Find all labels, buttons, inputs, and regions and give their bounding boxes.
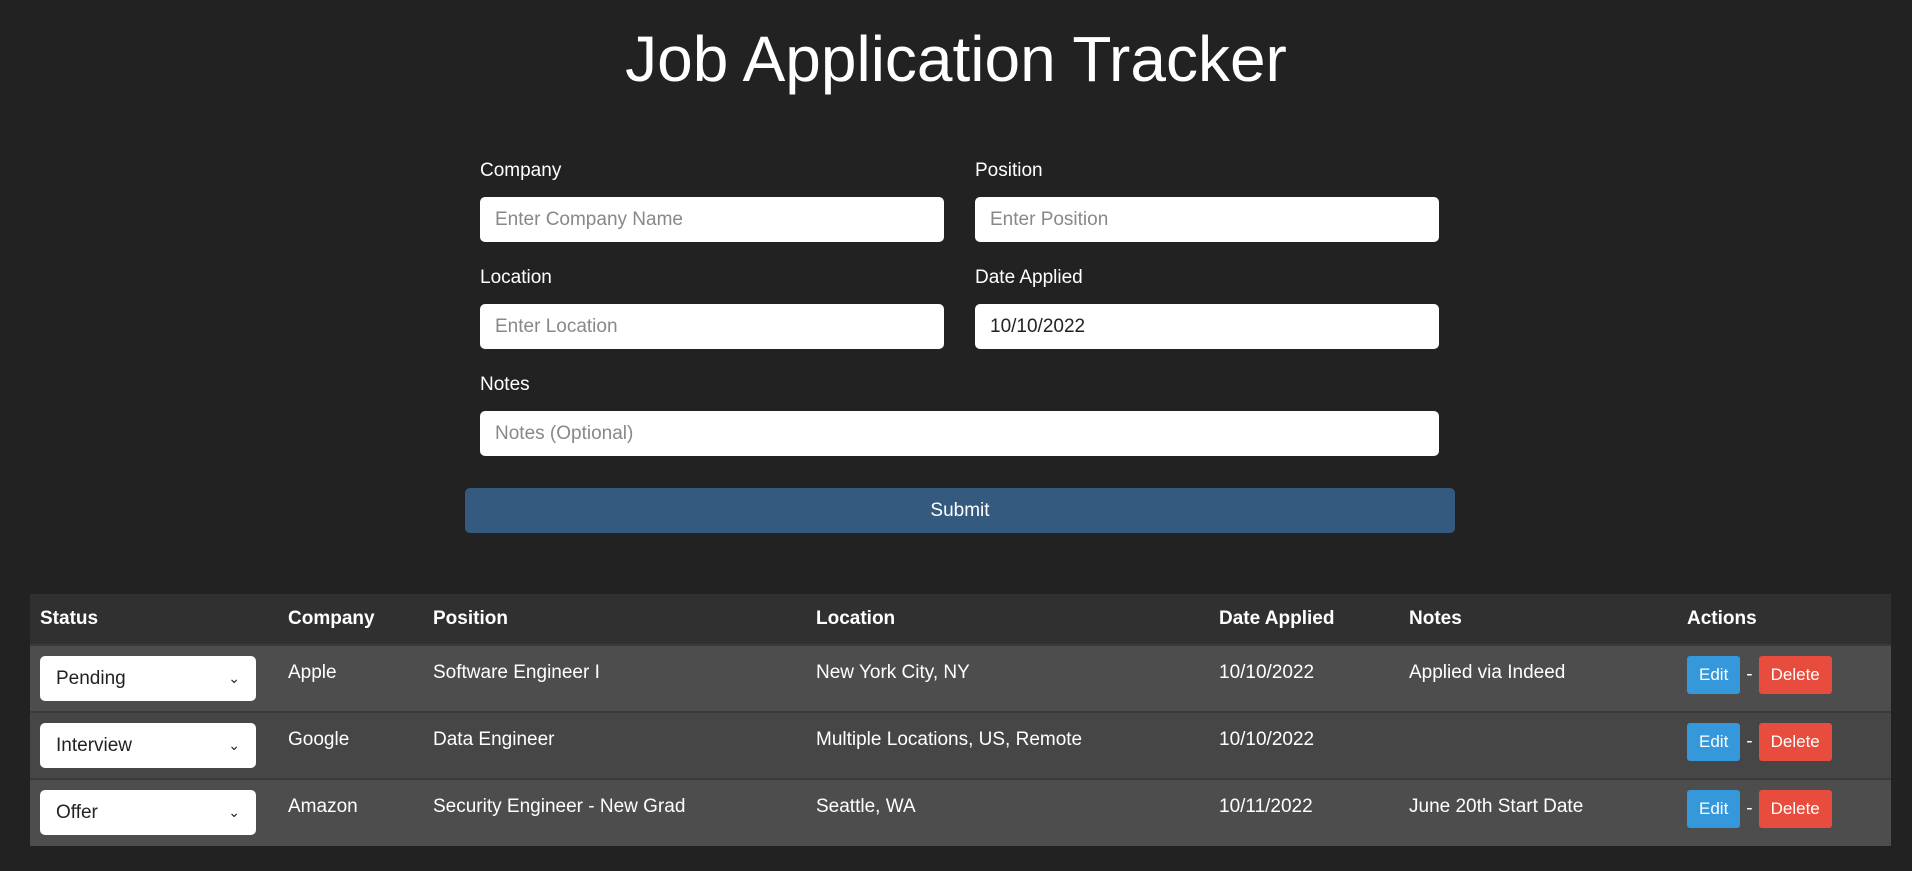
delete-button[interactable]: Delete <box>1758 790 1832 828</box>
table-row: Offer ⌄ Amazon Security Engineer - New Gr… <box>30 778 1891 846</box>
date-applied-cell: 10/11/2022 <box>1209 778 1399 846</box>
notes-cell <box>1399 711 1677 779</box>
chevron-down-icon: ⌄ <box>228 804 240 820</box>
date-applied-label: Date Applied <box>975 267 1083 288</box>
header-date-applied: Date Applied <box>1209 594 1399 645</box>
status-select[interactable]: Pending ⌄ <box>40 656 256 701</box>
date-applied-cell: 10/10/2022 <box>1209 644 1399 712</box>
action-separator: - <box>1746 798 1753 819</box>
position-cell: Security Engineer - New Grad <box>423 778 806 846</box>
location-input[interactable] <box>480 304 944 349</box>
header-position: Position <box>423 594 806 645</box>
table-header-row: Status Company Position Location Date Ap… <box>30 594 1891 645</box>
header-notes: Notes <box>1399 594 1677 645</box>
status-value: Pending <box>56 667 126 689</box>
header-location: Location <box>806 594 1209 645</box>
edit-button[interactable]: Edit <box>1687 656 1741 694</box>
edit-button[interactable]: Edit <box>1687 790 1741 828</box>
actions-cell: Edit - Delete <box>1677 711 1891 779</box>
applications-table: Status Company Position Location Date Ap… <box>30 594 1891 846</box>
table-row: Interview ⌄ Google Data Engineer Multiple… <box>30 711 1891 779</box>
status-cell: Pending ⌄ <box>30 644 278 712</box>
action-separator: - <box>1746 731 1753 752</box>
delete-button[interactable]: Delete <box>1758 723 1832 761</box>
location-cell: New York City, NY <box>806 644 1209 712</box>
notes-cell: Applied via Indeed <box>1399 644 1677 712</box>
location-label: Location <box>480 267 552 288</box>
notes-label: Notes <box>480 374 530 395</box>
edit-button[interactable]: Edit <box>1687 723 1741 761</box>
status-value: Interview <box>56 734 133 756</box>
date-applied-cell: 10/10/2022 <box>1209 711 1399 779</box>
position-label: Position <box>975 160 1043 181</box>
status-value: Offer <box>56 801 98 823</box>
location-cell: Seattle, WA <box>806 778 1209 846</box>
position-input[interactable] <box>975 197 1439 242</box>
action-separator: - <box>1746 664 1753 685</box>
company-input[interactable] <box>480 197 944 242</box>
position-cell: Software Engineer I <box>423 644 806 712</box>
delete-button[interactable]: Delete <box>1758 656 1832 694</box>
status-select[interactable]: Offer ⌄ <box>40 790 256 835</box>
status-select[interactable]: Interview ⌄ <box>40 723 256 768</box>
actions-cell: Edit - Delete <box>1677 778 1891 846</box>
submit-button[interactable]: Submit <box>465 488 1455 533</box>
status-cell: Offer ⌄ <box>30 778 278 846</box>
date-applied-input[interactable] <box>975 304 1439 349</box>
table-row: Pending ⌄ Apple Software Engineer I New Y… <box>30 644 1891 712</box>
header-actions: Actions <box>1677 594 1891 645</box>
notes-input[interactable] <box>480 411 1439 456</box>
actions-cell: Edit - Delete <box>1677 644 1891 712</box>
header-company: Company <box>278 594 423 645</box>
company-cell: Google <box>278 711 423 779</box>
chevron-down-icon: ⌄ <box>228 670 240 686</box>
company-cell: Apple <box>278 644 423 712</box>
company-cell: Amazon <box>278 778 423 846</box>
status-cell: Interview ⌄ <box>30 711 278 779</box>
page-title: Job Application Tracker <box>625 23 1287 95</box>
chevron-down-icon: ⌄ <box>228 737 240 753</box>
header-status: Status <box>30 594 278 645</box>
position-cell: Data Engineer <box>423 711 806 779</box>
location-cell: Multiple Locations, US, Remote <box>806 711 1209 779</box>
notes-cell: June 20th Start Date <box>1399 778 1677 846</box>
company-label: Company <box>480 160 562 181</box>
